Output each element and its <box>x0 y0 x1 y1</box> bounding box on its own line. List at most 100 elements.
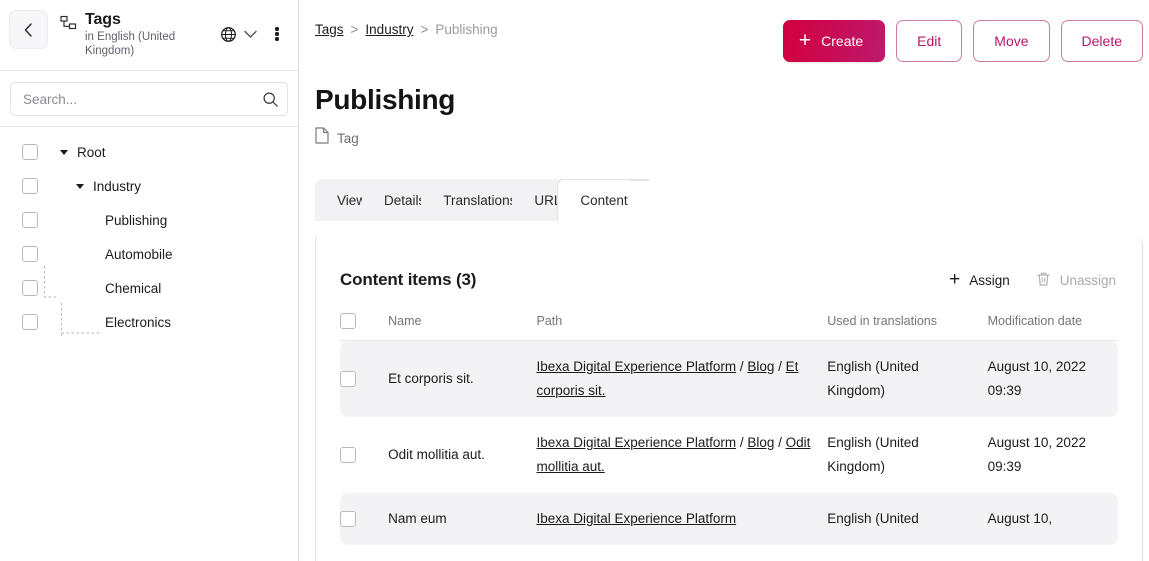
row-checkbox[interactable] <box>340 371 356 387</box>
sidebar-header: Tags in English (United Kingdom) <box>0 0 298 70</box>
delete-button[interactable]: Delete <box>1060 20 1143 62</box>
sidebar-title: Tags <box>85 11 121 28</box>
row-name: Odit mollitia aut. <box>388 447 485 462</box>
globe-icon[interactable] <box>218 24 238 44</box>
tree-checkbox[interactable] <box>22 178 38 194</box>
top-bar: Tags > Industry > Publishing + Create Ed… <box>299 0 1149 66</box>
sidebar: Tags in English (United Kingdom) Search.… <box>0 0 299 561</box>
row-translations: English (United <box>827 493 988 545</box>
tag-tree: Root Industry Publishing Automobile Chem… <box>0 127 298 339</box>
row-name: Nam eum <box>388 493 537 545</box>
table-row[interactable]: Odit mollitia aut. Ibexa Digital Experie… <box>340 417 1118 493</box>
content-items-actions: + Assign Unassign <box>949 268 1116 290</box>
path-link-root[interactable]: Ibexa Digital Experience Platform <box>536 435 736 450</box>
tree-item-label: Industry <box>93 178 142 194</box>
unassign-label: Unassign <box>1059 272 1116 288</box>
sidebar-subtitle: in English (United Kingdom) <box>85 31 176 57</box>
tab-skew <box>629 180 676 222</box>
row-checkbox[interactable] <box>340 447 356 463</box>
tree-item-label: Electronics <box>105 314 172 330</box>
row-checkbox[interactable] <box>340 511 356 527</box>
move-button[interactable]: Move <box>973 20 1050 62</box>
table-header-row: Name Path Used in translations Modificat… <box>340 313 1118 341</box>
tab-bar: View Details Translations URL Content <box>299 179 1149 222</box>
breadcrumb-separator: > <box>350 22 359 37</box>
tree-checkbox[interactable] <box>22 246 38 262</box>
select-all-checkbox[interactable] <box>340 313 356 329</box>
search-input[interactable] <box>23 91 261 107</box>
back-button[interactable] <box>9 10 48 49</box>
breadcrumb-separator: > <box>420 22 429 37</box>
page-title: Publishing <box>315 84 456 115</box>
app-root: Tags in English (United Kingdom) Search.… <box>0 0 1149 561</box>
path-link-blog[interactable]: Blog <box>747 359 774 374</box>
tree-item-electronics[interactable]: Electronics <box>0 305 298 339</box>
path-link-blog[interactable]: Blog <box>747 435 774 450</box>
content-items-table: Name Path Used in translations Modificat… <box>340 313 1118 545</box>
caret-down-icon[interactable] <box>60 149 68 155</box>
row-checkbox-cell <box>340 493 389 545</box>
create-button[interactable]: + Create <box>782 20 886 62</box>
sidebar-title-block: Tags in English (United Kingdom) <box>60 9 218 58</box>
tree-item-root[interactable]: Root <box>0 135 298 169</box>
row-name: Et corporis sit. <box>388 340 537 417</box>
path-link-root[interactable]: Ibexa Digital Experience Platform <box>536 511 736 526</box>
content-items-header: Content items (3) + Assign Unassign <box>340 236 1118 290</box>
tab-label: Details <box>384 192 426 208</box>
chevron-down-icon[interactable] <box>240 24 260 44</box>
search-box[interactable] <box>10 82 288 116</box>
document-icon <box>315 127 329 149</box>
column-header-path: Path <box>536 313 828 341</box>
plus-icon: + <box>798 28 812 52</box>
table-row[interactable]: Nam eum Ibexa Digital Experience Platfor… <box>340 493 1118 545</box>
tab-label: Translations <box>443 192 517 208</box>
tab-content[interactable]: Content <box>557 179 676 222</box>
path-link-root[interactable]: Ibexa Digital Experience Platform <box>536 359 736 374</box>
breadcrumb-item-current: Publishing <box>435 22 498 37</box>
main-content: Tags > Industry > Publishing + Create Ed… <box>299 0 1149 561</box>
row-modification-date: August 10, 2022 09:39 <box>987 435 1086 474</box>
row-translations: English (United Kingdom) <box>827 435 919 474</box>
tree-checkbox[interactable] <box>22 144 38 160</box>
tab-label: Content <box>580 193 628 208</box>
assign-button[interactable]: + Assign <box>949 268 1010 290</box>
action-buttons: + Create Edit Move Delete <box>782 20 1143 62</box>
assign-label: Assign <box>969 272 1010 288</box>
page-type-line: Tag <box>299 127 1149 149</box>
breadcrumb-item-tags[interactable]: Tags <box>315 22 344 37</box>
column-header-translations: Used in translations <box>827 313 988 341</box>
tag-tree-icon <box>60 15 78 37</box>
tree-item-publishing[interactable]: Publishing <box>0 203 298 237</box>
create-button-label: Create <box>821 33 864 49</box>
sidebar-search <box>0 71 298 126</box>
content-items-heading: Content items (3) <box>340 270 477 289</box>
tree-item-label: Automobile <box>105 246 173 262</box>
page-type-label: Tag <box>337 130 359 146</box>
row-path: Ibexa Digital Experience Platform / Blog… <box>536 340 828 417</box>
search-icon[interactable] <box>261 91 279 108</box>
column-header-modification-date: Modification date <box>987 313 1118 341</box>
chevron-left-icon <box>22 22 35 38</box>
more-vertical-icon[interactable] <box>266 23 288 45</box>
tree-item-label: Publishing <box>105 212 168 228</box>
row-translations: English (United Kingdom) <box>827 340 988 417</box>
tree-checkbox[interactable] <box>22 314 38 330</box>
row-path: Ibexa Digital Experience Platform <box>536 493 828 545</box>
plus-icon: + <box>949 268 961 290</box>
tree-item-automobile[interactable]: Automobile <box>0 237 298 271</box>
edit-button[interactable]: Edit <box>896 20 963 62</box>
breadcrumb: Tags > Industry > Publishing <box>315 20 498 37</box>
breadcrumb-item-industry[interactable]: Industry <box>365 22 413 37</box>
tree-item-label: Root <box>77 144 106 160</box>
row-modification-date: August 10, 2022 09:39 <box>987 340 1118 417</box>
tree-checkbox[interactable] <box>22 212 38 228</box>
unassign-button: Unassign <box>1036 271 1116 290</box>
tree-item-chemical[interactable]: Chemical <box>0 271 298 305</box>
tree-checkbox[interactable] <box>22 280 38 296</box>
select-all-header <box>340 313 389 341</box>
row-checkbox-cell <box>340 340 389 417</box>
tree-item-industry[interactable]: Industry <box>0 169 298 203</box>
table-row[interactable]: Et corporis sit. Ibexa Digital Experienc… <box>340 340 1118 417</box>
sidebar-header-actions <box>218 9 288 45</box>
caret-down-icon[interactable] <box>76 183 84 189</box>
